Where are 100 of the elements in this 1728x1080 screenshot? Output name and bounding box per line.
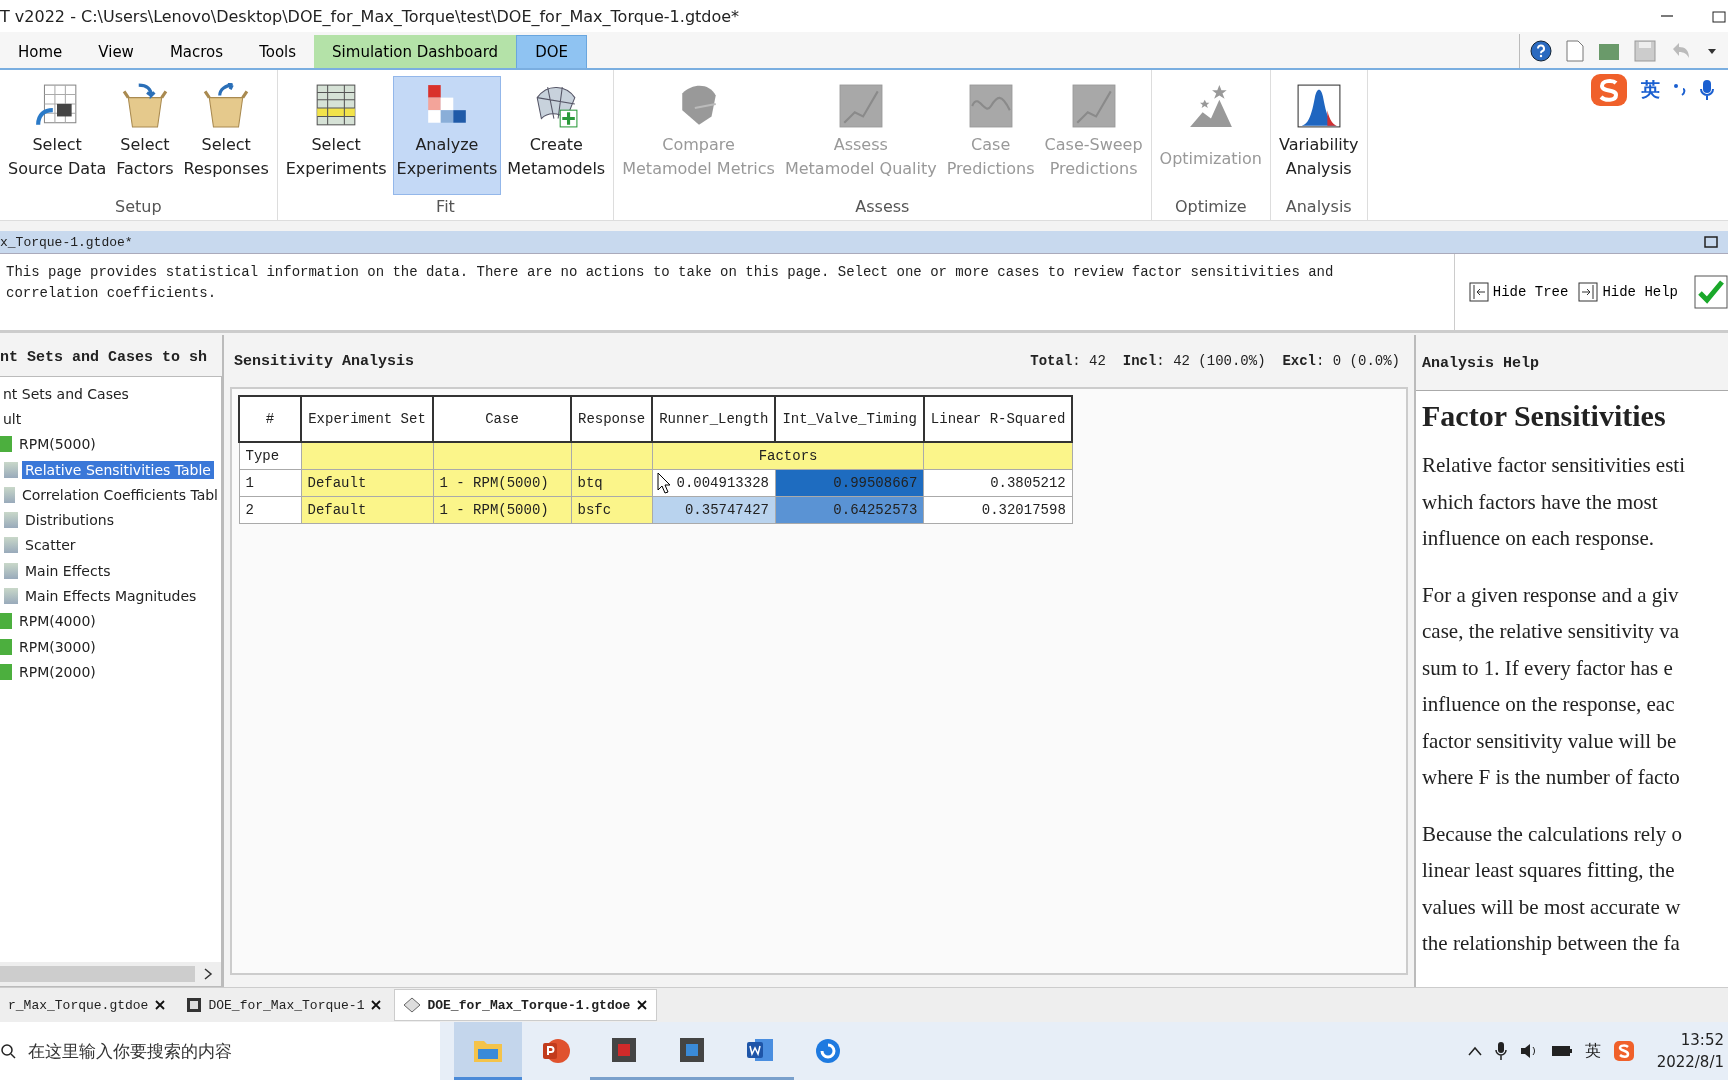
table-cell: Default bbox=[301, 469, 433, 497]
microphone-icon[interactable] bbox=[1494, 1041, 1507, 1061]
tree-item[interactable]: Main Effects Magnitudes bbox=[22, 587, 200, 605]
chevron-up-icon[interactable] bbox=[1466, 1045, 1483, 1057]
search-icon bbox=[0, 1043, 16, 1059]
scroll-right-icon[interactable] bbox=[203, 968, 213, 980]
ribbon-tab[interactable]: DOE bbox=[516, 35, 587, 68]
battery-icon[interactable] bbox=[1550, 1044, 1573, 1058]
help-text-line: sum to 1. If every factor has e bbox=[1422, 654, 1674, 682]
help-text-line: Because the calculations rely o bbox=[1422, 820, 1684, 848]
help-text-line: where F is the number of facto bbox=[1422, 764, 1681, 791]
ribbon-button[interactable]: Select Experiments bbox=[281, 76, 391, 195]
ribbon-button[interactable]: Variability Analysis bbox=[1274, 76, 1363, 195]
case-icon bbox=[0, 613, 12, 630]
table-cell: 0.99508667 bbox=[775, 469, 924, 497]
app-square-icon bbox=[610, 1035, 638, 1064]
ribbon-button[interactable]: Analyze Experiments bbox=[392, 76, 502, 195]
close-icon[interactable] bbox=[370, 999, 383, 1011]
chart-icon bbox=[837, 83, 884, 129]
document-tab[interactable]: r_Max_Torque.gtdoe bbox=[0, 990, 175, 1020]
box-arrow-icon bbox=[203, 83, 250, 129]
mouse-cursor-icon bbox=[656, 472, 671, 494]
help-text-line: case, the relative sensitivity va bbox=[1422, 618, 1681, 645]
chart-type-icon bbox=[4, 461, 18, 478]
tree-item[interactable]: Main Effects bbox=[22, 561, 114, 580]
column-header: Runner_Length bbox=[652, 396, 776, 442]
document-tab[interactable]: DOE_for_Max_Torque-1 bbox=[178, 990, 391, 1020]
ribbon-tab[interactable]: Tools bbox=[241, 35, 315, 68]
window-title: T v2022 - C:\Users\Lenovo\Desktop\DOE_for_Max_Torque\test\DOE_for_Max_Torque-1.gtdoe* bbox=[0, 6, 740, 26]
column-header: Case bbox=[433, 396, 571, 442]
help-text-line: influence on the response, eac bbox=[1422, 691, 1676, 718]
input-language[interactable]: 英 bbox=[1584, 1040, 1601, 1062]
tree-item[interactable]: Scatter bbox=[22, 536, 79, 555]
ribbon-button[interactable]: Create Metamodels bbox=[503, 76, 610, 195]
hide-panel-button[interactable]: Hide Tree bbox=[1468, 282, 1569, 302]
ribbon-button[interactable]: Select Responses bbox=[179, 76, 273, 195]
maximize-icon[interactable] bbox=[1704, 236, 1718, 248]
close-icon[interactable] bbox=[636, 999, 649, 1011]
tree-item[interactable]: RPM(5000) bbox=[16, 435, 99, 454]
ribbon-group-label: Assess bbox=[854, 196, 911, 216]
box-arrow-icon bbox=[121, 83, 168, 129]
chart-type-icon bbox=[4, 486, 15, 503]
chart-type-icon bbox=[4, 562, 18, 579]
case-icon bbox=[0, 663, 12, 680]
tree-item[interactable]: Correlation Coefficients Tabl bbox=[18, 485, 221, 504]
close-icon[interactable] bbox=[154, 999, 167, 1011]
table-cell: 0.32017598 bbox=[923, 496, 1073, 524]
circle-app-icon bbox=[814, 1037, 842, 1065]
ribbon-tab[interactable]: Macros bbox=[151, 35, 242, 68]
table-cell: 1 - RPM(5000) bbox=[433, 469, 571, 497]
chart-icon bbox=[967, 83, 1014, 129]
ribbon-tab[interactable]: Simulation Dashboard bbox=[314, 35, 517, 68]
table-cell: 0.64252573 bbox=[775, 496, 924, 524]
taskbar-search-field[interactable]: 在这里输入你要搜索的内容 bbox=[0, 1022, 440, 1080]
microphone-icon[interactable] bbox=[1700, 79, 1714, 101]
hide-panel-button[interactable]: Hide Help bbox=[1578, 282, 1678, 302]
chart-type-icon bbox=[4, 537, 18, 554]
help-text-line: For a given response and a giv bbox=[1422, 581, 1680, 609]
table-cell: bsfc bbox=[571, 496, 653, 524]
help-text-line: influence on each response. bbox=[1422, 525, 1656, 552]
ime-logo-icon[interactable] bbox=[1589, 72, 1629, 108]
clock-date[interactable]: 2022/8/1 bbox=[1656, 1051, 1724, 1073]
clock-time[interactable]: 13:52 bbox=[1680, 1029, 1724, 1051]
tree-item[interactable]: ult bbox=[0, 409, 25, 428]
ribbon-tab[interactable]: View bbox=[80, 35, 152, 68]
case-icon bbox=[0, 436, 12, 453]
ribbon-button[interactable]: Select Source Data bbox=[4, 76, 111, 195]
ime-language[interactable]: 英 bbox=[1641, 77, 1660, 103]
restore-icon[interactable] bbox=[1712, 9, 1726, 23]
help-text-line: values will be most accurate w bbox=[1422, 893, 1682, 921]
table-cell: 1 - RPM(5000) bbox=[433, 496, 571, 524]
table-cell: btq bbox=[571, 469, 653, 497]
ime-logo-icon[interactable] bbox=[1612, 1040, 1635, 1062]
tree-item[interactable]: Relative Sensitivities Table bbox=[22, 460, 214, 479]
help-text-line: Relative factor sensitivities esti bbox=[1422, 452, 1686, 479]
tree-item[interactable]: RPM(3000) bbox=[16, 637, 99, 656]
tree-item[interactable]: RPM(4000) bbox=[16, 612, 99, 631]
tree-item[interactable]: Distributions bbox=[22, 511, 117, 530]
check-icon[interactable] bbox=[1694, 275, 1728, 309]
diamond-icon bbox=[403, 997, 422, 1013]
ribbon-tab[interactable]: Home bbox=[0, 35, 81, 68]
column-header: Response bbox=[571, 396, 653, 442]
table-cell: 0.3805212 bbox=[923, 469, 1073, 497]
section-title: Sensitivity Analysis bbox=[234, 352, 415, 370]
scrollbar-thumb[interactable] bbox=[0, 966, 195, 982]
bell-curve-chart-icon bbox=[1295, 83, 1342, 129]
ribbon-group-label: Fit bbox=[435, 196, 456, 216]
document-tab[interactable]: DOE_for_Max_Torque-1.gtdoe bbox=[394, 989, 658, 1021]
chart-type-icon bbox=[4, 512, 18, 529]
app-square-icon bbox=[678, 1035, 706, 1064]
column-header: Linear R-Squared bbox=[923, 396, 1073, 442]
punctuation-icon[interactable] bbox=[1672, 81, 1688, 99]
tree-item[interactable]: RPM(2000) bbox=[16, 662, 99, 681]
tree-item[interactable]: nt Sets and Cases bbox=[0, 384, 132, 403]
help-icon[interactable] bbox=[1530, 40, 1552, 62]
document-icon bbox=[186, 997, 203, 1013]
table-cell: 2 bbox=[239, 496, 301, 524]
ribbon-button[interactable]: Select Factors bbox=[112, 76, 178, 195]
help-heading: Factor Sensitivities bbox=[1422, 399, 1667, 433]
help-text: This page provides statistical information on the data. There are no actions to take on this page. Select one or more cases to review factor sensitivities and correlation coefficients. bbox=[6, 263, 1335, 303]
